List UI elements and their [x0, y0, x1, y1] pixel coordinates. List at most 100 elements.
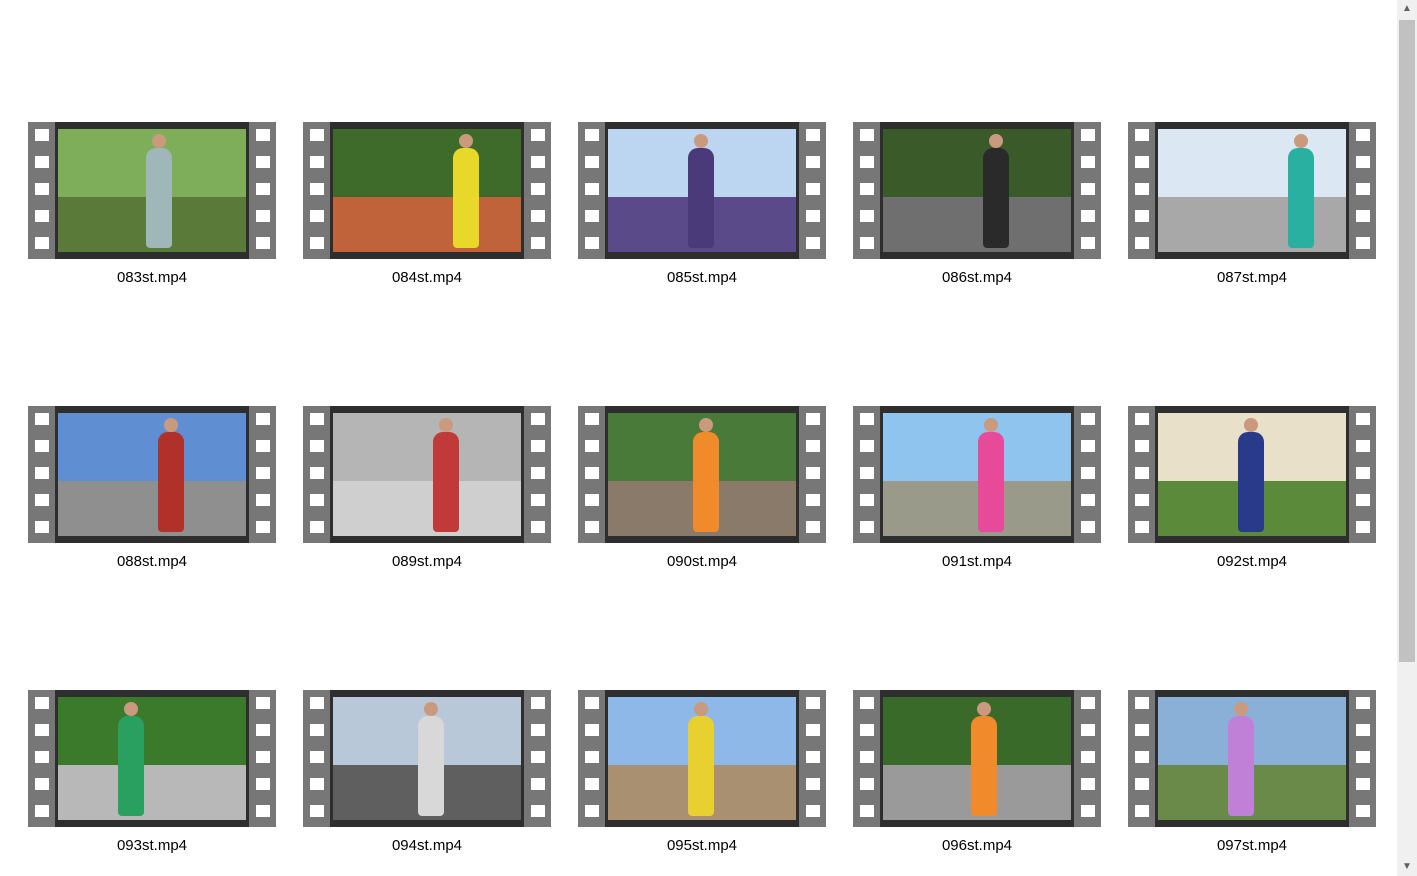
film-sprocket-hole — [531, 413, 545, 425]
scroll-down-icon[interactable]: ▼ — [1397, 858, 1417, 876]
film-sprocket-hole — [1356, 413, 1370, 425]
film-sprocket-hole — [531, 494, 545, 506]
video-preview-image — [58, 697, 246, 820]
video-file-tile[interactable]: 088st.mp4 — [28, 406, 276, 576]
film-sprocket-hole — [1081, 751, 1095, 763]
file-name-label[interactable]: 096st.mp4 — [853, 837, 1101, 854]
file-name-label[interactable]: 085st.mp4 — [578, 269, 826, 286]
file-name-label[interactable]: 087st.mp4 — [1128, 269, 1376, 286]
preview-figure-head — [459, 134, 473, 148]
file-name-label[interactable]: 090st.mp4 — [578, 553, 826, 570]
video-thumbnail[interactable] — [1128, 122, 1376, 259]
file-name-label[interactable]: 084st.mp4 — [303, 269, 551, 286]
file-name-label[interactable]: 088st.mp4 — [28, 553, 276, 570]
video-thumbnail[interactable] — [303, 406, 551, 543]
preview-figure-head — [164, 418, 178, 432]
video-thumbnail[interactable] — [578, 690, 826, 827]
video-file-tile[interactable]: 093st.mp4 — [28, 690, 276, 860]
film-sprocket-hole — [860, 440, 874, 452]
film-strip-left — [303, 690, 330, 827]
video-thumbnail[interactable] — [853, 406, 1101, 543]
video-preview-image — [883, 413, 1071, 536]
video-file-tile[interactable]: 095st.mp4 — [578, 690, 826, 860]
film-sprocket-hole — [1081, 724, 1095, 736]
film-sprocket-hole — [531, 129, 545, 141]
file-name-label[interactable]: 092st.mp4 — [1128, 553, 1376, 570]
video-thumbnail[interactable] — [1128, 690, 1376, 827]
preview-background — [883, 413, 1071, 481]
preview-figure — [433, 432, 459, 532]
film-sprocket-hole — [531, 697, 545, 709]
video-file-tile[interactable]: 092st.mp4 — [1128, 406, 1376, 576]
video-thumbnail[interactable] — [28, 122, 276, 259]
film-sprocket-hole — [1356, 467, 1370, 479]
film-sprocket-hole — [1081, 521, 1095, 533]
film-strip-right — [1074, 690, 1101, 827]
film-sprocket-hole — [310, 467, 324, 479]
video-file-tile[interactable]: 094st.mp4 — [303, 690, 551, 860]
file-name-label[interactable]: 086st.mp4 — [853, 269, 1101, 286]
film-sprocket-hole — [256, 237, 270, 249]
video-thumbnail[interactable] — [853, 690, 1101, 827]
scroll-up-icon[interactable]: ▲ — [1397, 0, 1417, 18]
file-name-label[interactable]: 091st.mp4 — [853, 553, 1101, 570]
video-thumbnail[interactable] — [28, 406, 276, 543]
video-thumbnail[interactable] — [578, 406, 826, 543]
film-sprocket-hole — [1356, 156, 1370, 168]
file-name-label[interactable]: 093st.mp4 — [28, 837, 276, 854]
video-thumbnail[interactable] — [303, 690, 551, 827]
video-file-tile[interactable]: 097st.mp4 — [1128, 690, 1376, 860]
preview-background — [58, 697, 246, 765]
video-thumbnail[interactable] — [28, 690, 276, 827]
film-sprocket-hole — [585, 494, 599, 506]
file-name-label[interactable]: 095st.mp4 — [578, 837, 826, 854]
video-file-tile[interactable]: 086st.mp4 — [853, 122, 1101, 292]
preview-figure — [693, 432, 719, 532]
video-thumbnail[interactable] — [1128, 406, 1376, 543]
video-thumbnail[interactable] — [578, 122, 826, 259]
video-file-tile[interactable]: 090st.mp4 — [578, 406, 826, 576]
film-sprocket-hole — [35, 751, 49, 763]
film-sprocket-hole — [35, 183, 49, 195]
scrollbar-thumb[interactable] — [1399, 20, 1415, 662]
film-frame — [605, 690, 799, 827]
video-preview-image — [333, 697, 521, 820]
film-sprocket-hole — [310, 413, 324, 425]
preview-figure-head — [984, 418, 998, 432]
vertical-scrollbar[interactable]: ▲ ▼ — [1397, 0, 1417, 876]
file-name-label[interactable]: 097st.mp4 — [1128, 837, 1376, 854]
video-file-tile[interactable]: 083st.mp4 — [28, 122, 276, 292]
file-name-label[interactable]: 089st.mp4 — [303, 553, 551, 570]
preview-figure-head — [1294, 134, 1308, 148]
film-sprocket-hole — [1135, 413, 1149, 425]
film-strip-left — [28, 406, 55, 543]
film-sprocket-hole — [35, 467, 49, 479]
video-file-tile[interactable]: 091st.mp4 — [853, 406, 1101, 576]
film-sprocket-hole — [256, 183, 270, 195]
video-file-tile[interactable]: 087st.mp4 — [1128, 122, 1376, 292]
film-sprocket-hole — [35, 210, 49, 222]
film-strip-right — [799, 690, 826, 827]
video-thumbnail[interactable] — [303, 122, 551, 259]
video-file-tile[interactable]: 089st.mp4 — [303, 406, 551, 576]
video-file-tile[interactable]: 096st.mp4 — [853, 690, 1101, 860]
video-preview-image — [58, 129, 246, 252]
file-name-label[interactable]: 094st.mp4 — [303, 837, 551, 854]
video-file-tile[interactable]: 085st.mp4 — [578, 122, 826, 292]
film-strip-left — [303, 406, 330, 543]
film-strip-right — [799, 406, 826, 543]
file-name-label[interactable]: 083st.mp4 — [28, 269, 276, 286]
video-preview-image — [883, 129, 1071, 252]
film-strip-left — [28, 690, 55, 827]
film-sprocket-hole — [806, 494, 820, 506]
film-sprocket-hole — [310, 697, 324, 709]
video-thumbnail[interactable] — [853, 122, 1101, 259]
film-sprocket-hole — [1356, 697, 1370, 709]
film-sprocket-hole — [531, 805, 545, 817]
preview-figure-head — [124, 702, 138, 716]
video-preview-image — [1158, 697, 1346, 820]
film-sprocket-hole — [310, 751, 324, 763]
video-file-tile[interactable]: 084st.mp4 — [303, 122, 551, 292]
film-sprocket-hole — [1356, 210, 1370, 222]
film-sprocket-hole — [310, 778, 324, 790]
